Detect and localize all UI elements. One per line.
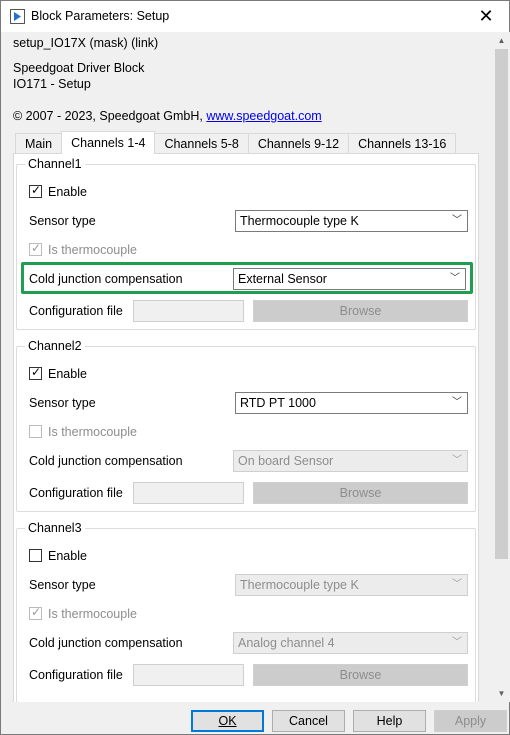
- chevron-down-icon: ﹀: [450, 273, 460, 284]
- checkmark-icon: ✓: [31, 605, 42, 619]
- tab-main[interactable]: Main: [15, 133, 63, 154]
- dialog-window: Block Parameters: Setup ✕ setup_IO17X (m…: [0, 0, 510, 735]
- channel1-thermocouple-row: ✓ Is thermocouple: [29, 241, 137, 257]
- channel3-enable-row: Enable: [29, 549, 87, 563]
- channel2-cjc-value: On board Sensor: [238, 454, 334, 468]
- help-button[interactable]: Help: [353, 710, 426, 732]
- channel1-title: Channel1: [25, 157, 85, 171]
- channel2-thermocouple-row: Is thermocouple: [29, 425, 137, 439]
- cancel-button[interactable]: Cancel: [272, 710, 345, 732]
- channel2-is-thermocouple-label: Is thermocouple: [48, 425, 137, 439]
- channel2-sensor-type-value: RTD PT 1000: [240, 396, 316, 410]
- channel3-is-thermocouple-label: Is thermocouple: [48, 607, 137, 621]
- checkmark-icon: ✓: [31, 241, 42, 255]
- channel2-cjc-select: On board Sensor ﹀: [233, 450, 468, 472]
- chevron-down-icon: ﹀: [452, 455, 462, 466]
- channel1-enable-label: Enable: [48, 185, 87, 199]
- channel2-config-file-input: [133, 482, 244, 504]
- ok-button[interactable]: OK: [191, 710, 264, 732]
- tab-channels-13-16[interactable]: Channels 13-16: [348, 133, 457, 154]
- channel3-cjc-select: Analog channel 4 ﹀: [233, 632, 468, 654]
- channel1-is-thermocouple-checkbox: ✓: [29, 241, 42, 256]
- channel3-config-file-input: [133, 664, 244, 686]
- channel3-enable-label: Enable: [48, 549, 87, 563]
- vertical-scrollbar[interactable]: ▲ ▼: [493, 32, 510, 702]
- help-button-label: Help: [376, 714, 403, 728]
- block-name: Speedgoat Driver Block: [13, 61, 145, 75]
- channel1-sensor-type-select[interactable]: Thermocouple type K ﹀: [235, 210, 468, 232]
- channel3-enable-checkbox[interactable]: [29, 549, 42, 562]
- channel3-sensor-label: Sensor type: [29, 578, 96, 592]
- block-description: IO171 - Setup: [13, 77, 91, 91]
- tab-channels-1-4[interactable]: Channels 1-4: [61, 131, 156, 154]
- tab-channels-9-12[interactable]: Channels 9-12: [247, 133, 350, 154]
- channel2-enable-row: ✓ Enable: [29, 365, 87, 381]
- tab-bar: Main Channels 1-4 Channels 5-8 Channels …: [15, 131, 457, 154]
- copyright-line: © 2007 - 2023, Speedgoat GmbH, www.speed…: [13, 109, 322, 123]
- channel3-is-thermocouple-checkbox: ✓: [29, 605, 42, 620]
- channel1-sensor-type-value: Thermocouple type K: [240, 214, 359, 228]
- close-icon: ✕: [478, 6, 494, 26]
- chevron-down-icon: ﹀: [452, 579, 462, 590]
- channel3-browse-button: Browse: [253, 664, 468, 686]
- apply-button: Apply: [434, 710, 507, 732]
- channel2-cjc-label: Cold junction compensation: [29, 454, 183, 468]
- cancel-button-label: Cancel: [289, 714, 328, 728]
- apply-button-label: Apply: [454, 714, 487, 728]
- mask-line: setup_IO17X (mask) (link): [13, 36, 159, 50]
- channel2-sensor-type-select[interactable]: RTD PT 1000 ﹀: [235, 392, 468, 414]
- window-title: Block Parameters: Setup: [31, 9, 170, 23]
- channel2-group: Channel2 ✓ Enable Sensor type RTD PT 1000…: [16, 339, 476, 512]
- dialog-content: setup_IO17X (mask) (link) Speedgoat Driv…: [1, 32, 493, 702]
- chevron-down-icon: ﹀: [452, 215, 462, 226]
- scrollbar-thumb[interactable]: [495, 49, 508, 559]
- channel1-config-file-input: [133, 300, 244, 322]
- channel2-sensor-label: Sensor type: [29, 396, 96, 410]
- channel2-is-thermocouple-checkbox: [29, 425, 42, 438]
- channel1-group: Channel1 ✓ Enable Sensor type Thermocoupl…: [16, 157, 476, 330]
- channel3-sensor-type-select: Thermocouple type K ﹀: [235, 574, 468, 596]
- channel1-enable-checkbox[interactable]: ✓: [29, 183, 42, 198]
- checkmark-icon: ✓: [31, 183, 42, 197]
- channel3-thermocouple-row: ✓ Is thermocouple: [29, 605, 137, 621]
- tab-channels-5-8[interactable]: Channels 5-8: [154, 133, 249, 154]
- channel3-cjc-value: Analog channel 4: [238, 636, 335, 650]
- block-parameters-icon: [10, 9, 25, 24]
- channel1-sensor-label: Sensor type: [29, 214, 96, 228]
- channel2-config-label: Configuration file: [29, 486, 123, 500]
- channel3-title: Channel3: [25, 521, 85, 535]
- channel1-enable-row: ✓ Enable: [29, 183, 87, 199]
- channel3-group: Channel3 Enable Sensor type Thermocouple…: [16, 521, 476, 702]
- speedgoat-link[interactable]: www.speedgoat.com: [206, 109, 321, 123]
- chevron-down-icon: ﹀: [452, 397, 462, 408]
- scroll-down-arrow-icon[interactable]: ▼: [493, 685, 510, 702]
- copyright-text: © 2007 - 2023, Speedgoat GmbH,: [13, 109, 207, 123]
- close-button[interactable]: ✕: [463, 1, 509, 32]
- chevron-down-icon: ﹀: [452, 637, 462, 648]
- channel1-is-thermocouple-label: Is thermocouple: [48, 243, 137, 257]
- channel3-config-label: Configuration file: [29, 668, 123, 682]
- channel2-enable-label: Enable: [48, 367, 87, 381]
- channel1-config-label: Configuration file: [29, 304, 123, 318]
- tab-panel: Channel1 ✓ Enable Sensor type Thermocoupl…: [13, 153, 479, 702]
- checkmark-icon: ✓: [31, 365, 42, 379]
- scroll-up-arrow-icon[interactable]: ▲: [493, 32, 510, 49]
- channel1-cjc-select[interactable]: External Sensor ﹀: [233, 268, 466, 290]
- channel1-cjc-label: Cold junction compensation: [29, 272, 183, 286]
- channel1-cjc-value: External Sensor: [238, 272, 327, 286]
- title-bar: Block Parameters: Setup ✕: [1, 1, 509, 32]
- channel2-browse-button: Browse: [253, 482, 468, 504]
- channel3-sensor-type-value: Thermocouple type K: [240, 578, 359, 592]
- channel2-title: Channel2: [25, 339, 85, 353]
- ok-button-label: OK: [218, 714, 237, 728]
- channel2-enable-checkbox[interactable]: ✓: [29, 365, 42, 380]
- channel3-cjc-label: Cold junction compensation: [29, 636, 183, 650]
- channel1-browse-button: Browse: [253, 300, 468, 322]
